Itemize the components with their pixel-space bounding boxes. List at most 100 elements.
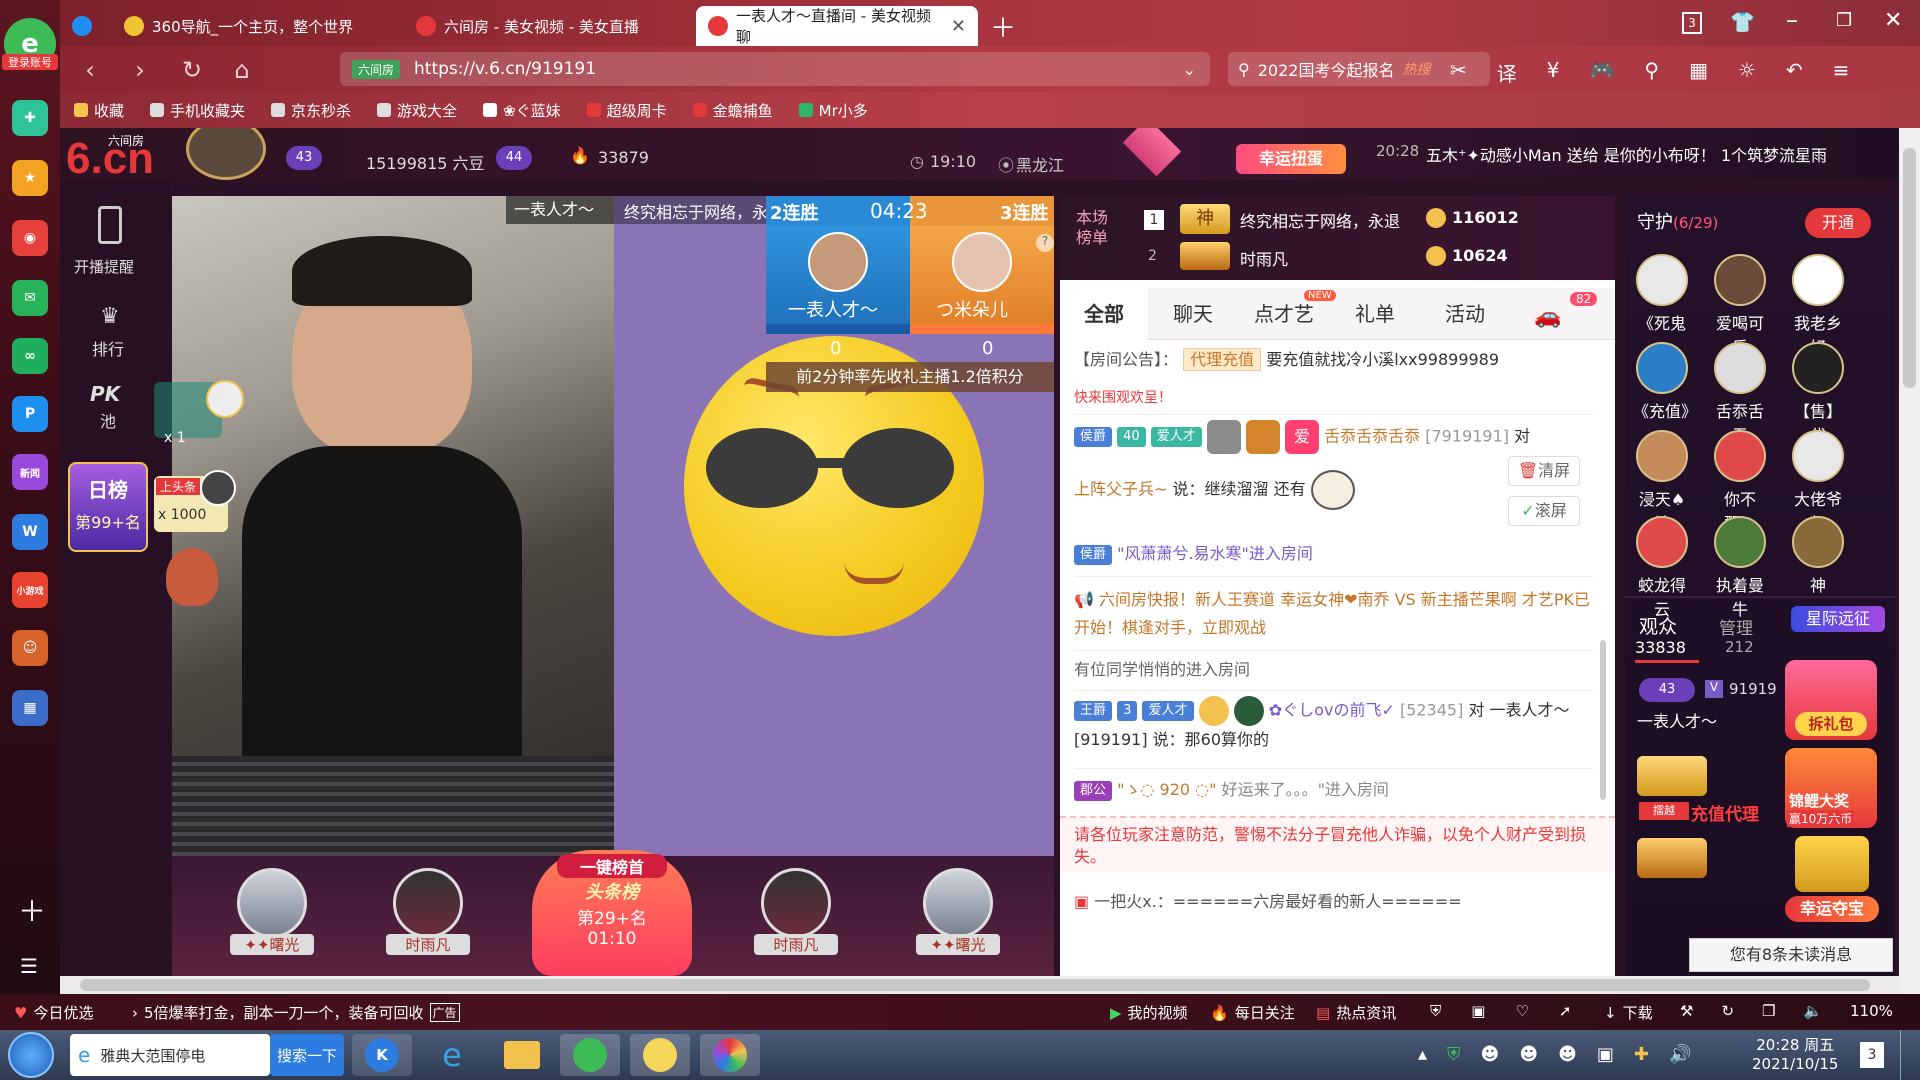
plus-icon[interactable]: ✚: [1634, 1044, 1649, 1065]
translate-icon[interactable]: 译: [1497, 58, 1517, 87]
magnifier-icon[interactable]: ⚲: [1644, 58, 1659, 87]
rank-button[interactable]: 排行: [92, 336, 124, 360]
tab-gift-list[interactable]: 礼单: [1330, 288, 1420, 340]
notification-icon[interactable]: 3: [1860, 1042, 1884, 1068]
today-picks[interactable]: ♥ 今日优选: [14, 1002, 93, 1023]
bookmark-item[interactable]: 游戏大全: [377, 100, 457, 121]
download-button[interactable]: ↓ 下载: [1604, 1002, 1653, 1023]
seat[interactable]: ✦✦曙光: [230, 856, 314, 966]
tray-arrow-icon[interactable]: ▴: [1418, 1044, 1427, 1065]
guard-member[interactable]: 《死鬼: [1633, 254, 1691, 334]
rocket-icon[interactable]: ➚: [1559, 1002, 1572, 1020]
qq-icon[interactable]: ☻: [1481, 1044, 1500, 1065]
host-avatar[interactable]: [186, 128, 266, 180]
seat[interactable]: 时雨凡: [386, 856, 470, 966]
guard-member[interactable]: 执着曼牛: [1711, 516, 1769, 620]
pk-label[interactable]: PK: [90, 382, 120, 406]
color-wheel-icon[interactable]: [700, 1034, 760, 1076]
sun-icon[interactable]: ☼: [1738, 58, 1756, 87]
chat-bubble-icon[interactable]: ✚: [12, 100, 48, 136]
login-button[interactable]: 登录账号: [2, 54, 58, 70]
mail-icon[interactable]: ✉: [12, 280, 48, 316]
start-button[interactable]: [8, 1032, 54, 1078]
tab-all[interactable]: 全部: [1060, 288, 1148, 340]
coin-icon[interactable]: ¥: [1547, 58, 1560, 87]
refresh-icon[interactable]: ↻: [178, 56, 206, 84]
manage-tab[interactable]: 管理: [1719, 614, 1753, 639]
hot-news[interactable]: ▤ 热点资讯: [1316, 1002, 1396, 1023]
chat-user[interactable]: 上阵父子兵~: [1074, 480, 1167, 499]
more-icon[interactable]: ≡: [1833, 58, 1850, 87]
chat-user[interactable]: "ゝ◌ 920 ◌": [1117, 780, 1216, 799]
tab-360nav[interactable]: 360导航_一个主页，整个世界: [112, 6, 402, 46]
qq3-icon[interactable]: ☻: [1558, 1044, 1577, 1065]
close-window-icon[interactable]: ✕: [1884, 8, 1902, 33]
restore-icon[interactable]: ❐: [1836, 10, 1852, 31]
minimize-icon[interactable]: –: [1786, 6, 1798, 34]
star-icon[interactable]: ★: [12, 160, 48, 196]
seat[interactable]: ✦✦曙光: [916, 856, 1000, 966]
back-icon[interactable]: ‹: [76, 56, 104, 84]
unread-messages-bar[interactable]: 您有8条未读消息: [1689, 938, 1893, 972]
tab-activity[interactable]: 活动: [1420, 288, 1510, 340]
horizontal-scrollbar[interactable]: [60, 976, 1899, 994]
page-scrollbar[interactable]: [1899, 128, 1920, 994]
sync-icon[interactable]: ∞: [12, 338, 48, 374]
heart-outline-icon[interactable]: ♡: [1515, 1002, 1528, 1020]
bookmark-item[interactable]: 京东秒杀: [271, 100, 351, 121]
ad-text[interactable]: › 5倍爆率打金，副本一刀一个，装备可回收 广告: [132, 1002, 460, 1023]
bookmark-item[interactable]: ❀ぐ蓝妹: [483, 100, 561, 121]
viewer-name[interactable]: 一表人才～: [1637, 708, 1717, 732]
guard-member[interactable]: 神: [1789, 516, 1847, 596]
gamepad-icon[interactable]: 🎮: [1590, 58, 1615, 87]
start-reminder-button[interactable]: 开播提醒: [74, 256, 134, 277]
show-desktop-button[interactable]: [1900, 1030, 1920, 1080]
recharge-agent-text[interactable]: 充值代理: [1691, 800, 1759, 825]
weibo-icon[interactable]: ◉: [12, 220, 48, 256]
notice-tag[interactable]: 代理充值: [1183, 348, 1262, 371]
tab-6cn[interactable]: 六间房 - 美女视频 - 美女直播: [404, 6, 694, 46]
undo-icon[interactable]: ↶: [1786, 58, 1803, 87]
speaker-icon[interactable]: 🔈: [1803, 1002, 1822, 1020]
grid-icon[interactable]: ▦: [1689, 58, 1708, 87]
window-icon[interactable]: ❐: [1762, 1002, 1775, 1020]
window-count-icon[interactable]: 3: [1682, 12, 1702, 34]
open-guard-button[interactable]: 开通: [1805, 208, 1871, 238]
doc-icon[interactable]: W: [12, 514, 48, 550]
top-rank-widget[interactable]: 一键榜首 头条榜 第29+名 01:10: [532, 850, 692, 976]
chevron-down-icon[interactable]: ⌄: [1183, 60, 1196, 79]
clock[interactable]: 20:28 周五 2021/10/15: [1752, 1034, 1838, 1073]
k-app-icon[interactable]: K: [352, 1034, 412, 1076]
seat[interactable]: 时雨凡: [754, 856, 838, 966]
security-icon[interactable]: ⛨: [1447, 1044, 1461, 1065]
p-icon[interactable]: P: [12, 396, 48, 432]
taskbar-search-button[interactable]: 搜索一下: [270, 1034, 344, 1076]
chat-user[interactable]: 舌忝舌忝舌忝: [1324, 427, 1420, 446]
network-icon[interactable]: ▣: [1597, 1044, 1614, 1065]
zoom-level[interactable]: 110%: [1850, 1002, 1893, 1020]
help-icon[interactable]: ?: [1036, 234, 1054, 252]
close-icon[interactable]: ✕: [951, 16, 966, 37]
host-video[interactable]: 一表人才～: [172, 196, 614, 856]
rank-user-name[interactable]: 时雨凡: [1240, 246, 1288, 270]
city-icon[interactable]: ▦: [12, 690, 48, 726]
bookmark-item[interactable]: 金蟾捕鱼: [692, 100, 773, 121]
news-icon[interactable]: 新闻: [12, 454, 48, 490]
menu-icon[interactable]: ☰: [20, 954, 38, 978]
forward-icon[interactable]: ›: [126, 56, 154, 84]
daily-rank-card[interactable]: 日榜 第99+名: [68, 462, 148, 552]
bookmark-item[interactable]: 超级周卡: [586, 100, 667, 121]
new-tab-icon[interactable]: ＋: [990, 8, 1016, 45]
chat-user[interactable]: ✿ぐしovの前飞✓: [1269, 701, 1395, 720]
360-browser-icon[interactable]: [560, 1034, 620, 1076]
bookmark-item[interactable]: 手机收藏夹: [150, 100, 245, 121]
lucky-egg-button[interactable]: 幸运扭蛋: [1236, 144, 1346, 174]
chat-scrollbar[interactable]: [1600, 640, 1606, 800]
game-icon[interactable]: 小游戏: [12, 572, 48, 608]
star-expedition-button[interactable]: 星际远征: [1791, 606, 1885, 632]
shield-icon[interactable]: ⛨: [1430, 1002, 1441, 1020]
audience-tab[interactable]: 观众: [1639, 612, 1677, 639]
stopwatch-icon[interactable]: [206, 380, 244, 418]
home-icon[interactable]: ⌂: [228, 56, 256, 84]
folder-icon[interactable]: [492, 1034, 552, 1076]
